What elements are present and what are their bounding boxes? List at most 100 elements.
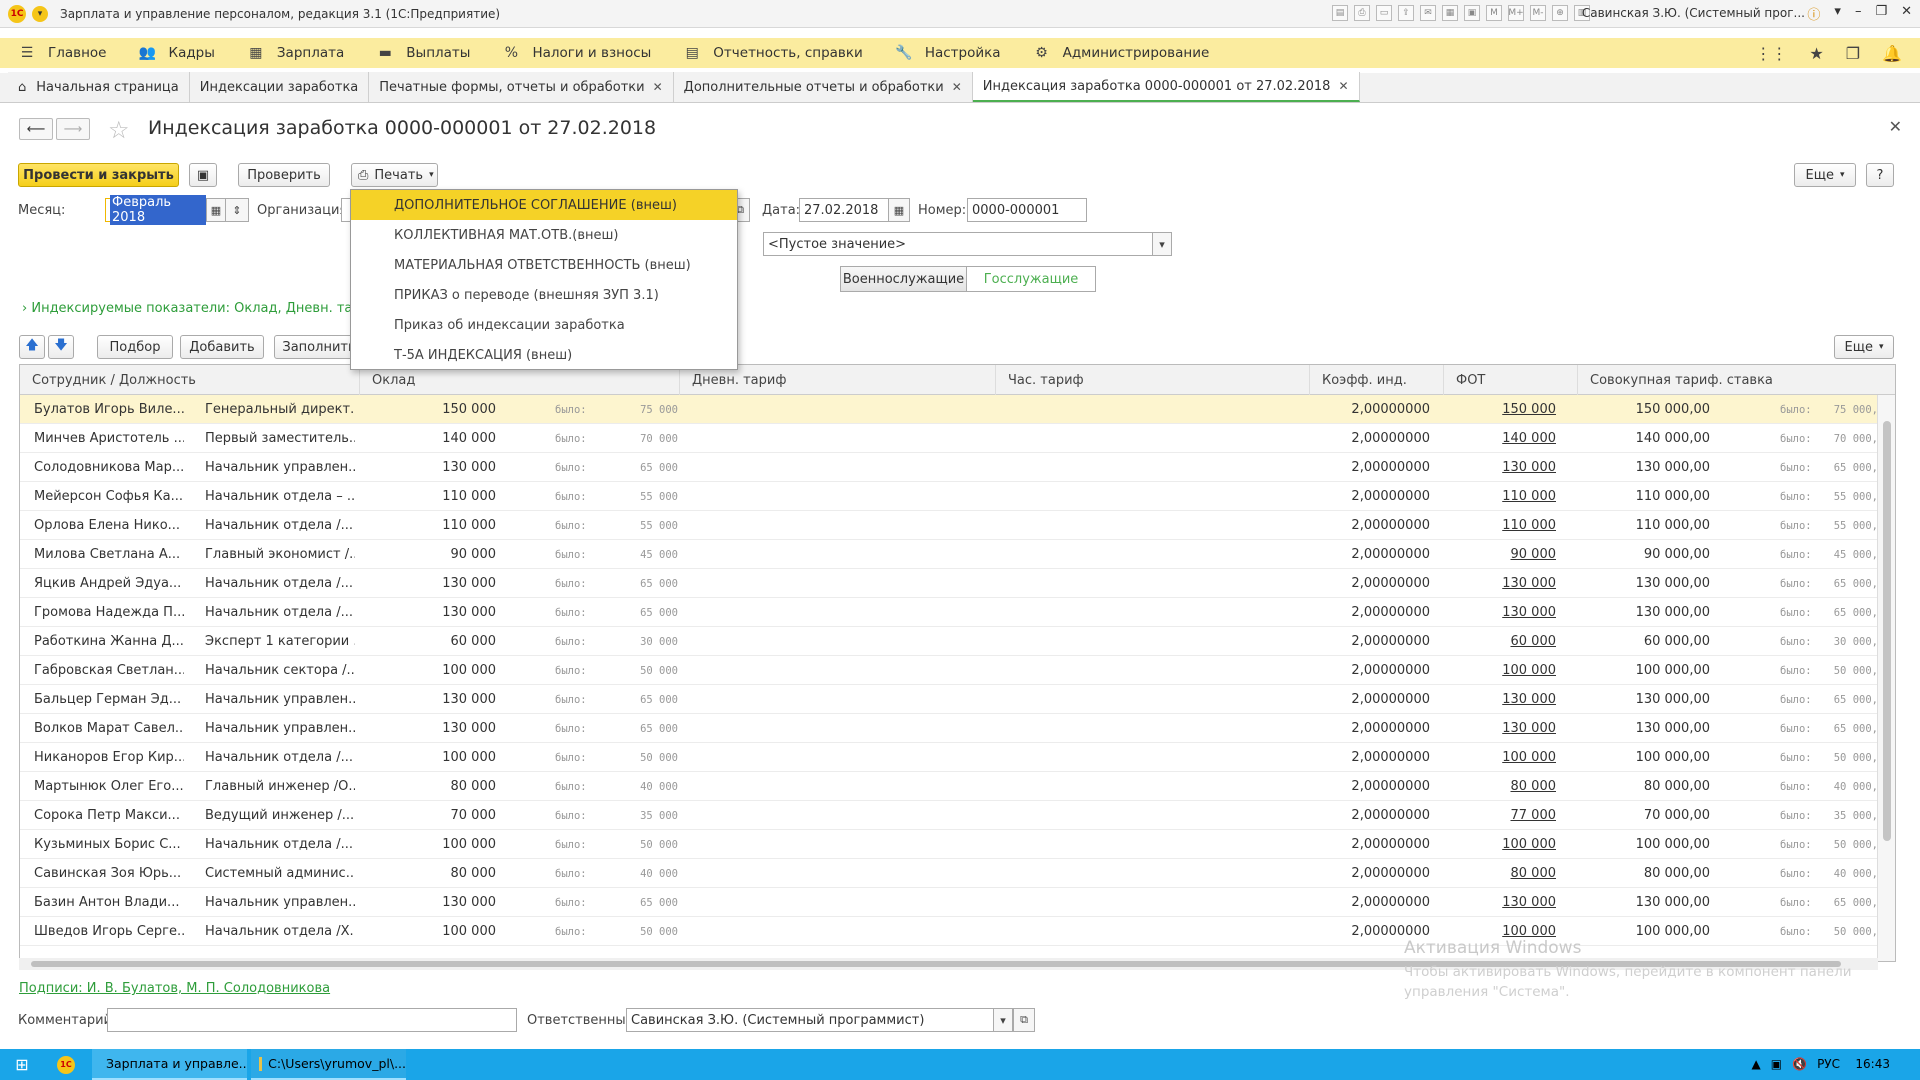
zoom-icon[interactable]: ⊕ [1552, 5, 1568, 21]
section-reports[interactable]: ▤ Отчетность, справки [683, 45, 863, 61]
print-menu-item[interactable]: МАТЕРИАЛЬНАЯ ОТВЕТСТВЕННОСТЬ (внеш) [351, 250, 737, 280]
table-row[interactable]: Булатов Игорь Виле... Генеральный директ.… [20, 395, 1878, 424]
fot-value[interactable]: 130 000 [1444, 888, 1556, 917]
section-salary[interactable]: ▦ Зарплата [247, 45, 344, 61]
header-employee[interactable]: Сотрудник / Должность [20, 365, 360, 395]
volume-icon[interactable]: 🔇 [1792, 1057, 1807, 1071]
preview-icon[interactable]: ▭ [1376, 5, 1392, 21]
fot-value[interactable]: 77 000 [1444, 801, 1557, 830]
print-menu-item[interactable]: Т-5А ИНДЕКСАЦИЯ (внеш) [351, 340, 737, 370]
tab-indexations[interactable]: Индексации заработка [189, 72, 370, 102]
post-and-close-button[interactable]: Провести и закрыть [18, 163, 179, 187]
section-settings[interactable]: 🔧 Настройка [895, 45, 1000, 61]
responsible-field[interactable]: Савинская З.Ю. (Системный программист) [626, 1008, 994, 1032]
restore-icon[interactable]: ❐ [1875, 4, 1887, 23]
back-button[interactable]: ⟵ [19, 118, 53, 140]
header-hourly-rate[interactable]: Час. тариф [996, 365, 1310, 395]
table-row[interactable]: Никаноров Егор Кир... Начальник отдела /.… [20, 743, 1878, 772]
more-button[interactable]: Еще ▾ [1794, 163, 1856, 187]
tab-indexation-document[interactable]: Индексация заработка 0000-000001 от 27.0… [972, 72, 1360, 102]
print-icon[interactable]: ⎙ [1354, 5, 1370, 21]
forward-button[interactable]: ⟶ [56, 118, 90, 140]
table-row[interactable]: Кузьминых Борис С... Начальник отдела /..… [20, 830, 1878, 859]
save-button[interactable]: ▣ [189, 163, 217, 187]
fot-value[interactable]: 140 000 [1444, 424, 1556, 453]
fot-value[interactable]: 80 000 [1444, 772, 1557, 801]
taskbar-1c-app[interactable]: Зарплата и управле... [92, 1049, 247, 1080]
section-taxes[interactable]: % Налоги и взносы [502, 45, 652, 61]
switch-military[interactable]: Военнослужащие [840, 266, 967, 292]
fot-value[interactable]: 150 000 [1444, 395, 1556, 424]
table-row[interactable]: Мейерсон Софья Ка... Начальник отдела – .… [20, 482, 1878, 511]
tab-print-forms[interactable]: Печатные формы, отчеты и обработки ✕ [369, 72, 674, 102]
section-main[interactable]: ☰ Главное [18, 45, 107, 61]
move-down-button[interactable]: 🡇 [48, 335, 74, 359]
attach-icon[interactable]: ⇪ [1398, 5, 1414, 21]
switch-civil[interactable]: Госслужащие [966, 266, 1096, 292]
windows-start-icon[interactable]: ⊞ [0, 1049, 44, 1080]
calendar-icon[interactable]: ▦ [1442, 5, 1458, 21]
fot-value[interactable]: 100 000 [1444, 743, 1556, 772]
mail-icon[interactable]: ✉ [1420, 5, 1436, 21]
fot-value[interactable]: 130 000 [1444, 685, 1556, 714]
save-icon[interactable]: ▤ [1332, 5, 1348, 21]
tab-additional-reports[interactable]: Дополнительные отчеты и обработки ✕ [673, 72, 973, 102]
print-menu-item[interactable]: ДОПОЛНИТЕЛЬНОЕ СОГЛАШЕНИЕ (внеш) [351, 190, 737, 220]
fot-value[interactable]: 60 000 [1444, 627, 1557, 656]
chevron-down-icon[interactable]: ▾ [993, 1008, 1013, 1032]
header-coef[interactable]: Коэфф. инд. [1310, 365, 1444, 395]
table-row[interactable]: Сорока Петр Макси... Ведущий инженер /...… [20, 801, 1878, 830]
number-field[interactable]: 0000-000001 [967, 198, 1087, 222]
fot-value[interactable]: 100 000 [1444, 830, 1556, 859]
clock[interactable]: 16:43 [1855, 1057, 1890, 1071]
header-total-rate[interactable]: Совокупная тариф. ставка [1578, 365, 1895, 395]
table-row[interactable]: Савинская Зоя Юрь... Системный админис...… [20, 859, 1878, 888]
info-icon[interactable]: ⓘ [1807, 4, 1820, 23]
table-row[interactable]: Волков Марат Савел... Начальник управлен.… [20, 714, 1878, 743]
calendar-icon[interactable]: ▦ [888, 198, 910, 222]
language-indicator[interactable]: РУС [1817, 1057, 1840, 1071]
fot-value[interactable]: 130 000 [1444, 714, 1556, 743]
table-row[interactable]: Орлова Елена Нико... Начальник отдела /..… [20, 511, 1878, 540]
signatures-link[interactable]: Подписи: И. В. Булатов, М. П. Солодовник… [19, 981, 330, 996]
favorite-star-icon[interactable]: ☆ [108, 116, 130, 144]
table-row[interactable]: Работкина Жанна Д... Эксперт 1 категории … [20, 627, 1878, 656]
fot-value[interactable]: 130 000 [1444, 453, 1556, 482]
chevron-down-icon[interactable]: ▾ [1834, 4, 1841, 23]
section-payments[interactable]: ▬ Выплаты [376, 45, 471, 61]
memory-mplus-icon[interactable]: M+ [1508, 5, 1524, 21]
vertical-scrollbar[interactable] [1877, 395, 1895, 961]
date-field[interactable]: 27.02.2018 [799, 198, 889, 222]
grid-icon[interactable]: ⋮⋮ [1755, 44, 1787, 63]
history-icon[interactable]: ❐ [1846, 44, 1860, 63]
close-icon[interactable]: ✕ [1901, 4, 1912, 23]
month-field[interactable]: Февраль 2018 [105, 195, 207, 225]
close-icon[interactable]: ✕ [653, 80, 663, 94]
indexed-indicators-link[interactable]: › Индексируемые показатели: Оклад, Дневн… [22, 301, 384, 316]
section-hr[interactable]: 👥 Кадры [138, 45, 215, 61]
comment-field[interactable] [107, 1008, 517, 1032]
month-stepper[interactable]: ⇕ [225, 198, 249, 222]
category-select[interactable]: <Пустое значение> [763, 232, 1153, 256]
network-icon[interactable]: ▣ [1771, 1057, 1782, 1071]
print-menu-item[interactable]: ПРИКАЗ о переводе (внешняя ЗУП 3.1) [351, 280, 737, 310]
fot-value[interactable]: 100 000 [1444, 656, 1556, 685]
memory-m-icon[interactable]: M [1486, 5, 1502, 21]
section-admin[interactable]: ⚙ Администрирование [1033, 45, 1209, 61]
fot-value[interactable]: 80 000 [1444, 859, 1557, 888]
fot-value[interactable]: 110 000 [1444, 482, 1556, 511]
table-row[interactable]: Громова Надежда П... Начальник отдела /..… [20, 598, 1878, 627]
pinned-1c-icon[interactable]: 1С [44, 1049, 88, 1080]
pick-button[interactable]: Подбор [97, 335, 173, 359]
memory-mminus-icon[interactable]: M- [1530, 5, 1546, 21]
close-icon[interactable]: ✕ [952, 80, 962, 94]
print-menu-item[interactable]: Приказ об индексации заработка [351, 310, 737, 340]
check-button[interactable]: Проверить [238, 163, 330, 187]
fot-value[interactable]: 110 000 [1444, 511, 1556, 540]
calendar-icon[interactable]: ▦ [206, 198, 226, 222]
close-form-icon[interactable]: ✕ [1889, 117, 1902, 136]
fot-value[interactable]: 130 000 [1444, 569, 1556, 598]
table-row[interactable]: Солодовникова Мар... Начальник управлен..… [20, 453, 1878, 482]
table-more-button[interactable]: Еще ▾ [1834, 335, 1894, 359]
print-menu-item[interactable]: КОЛЛЕКТИВНАЯ МАТ.ОТВ.(внеш) [351, 220, 737, 250]
